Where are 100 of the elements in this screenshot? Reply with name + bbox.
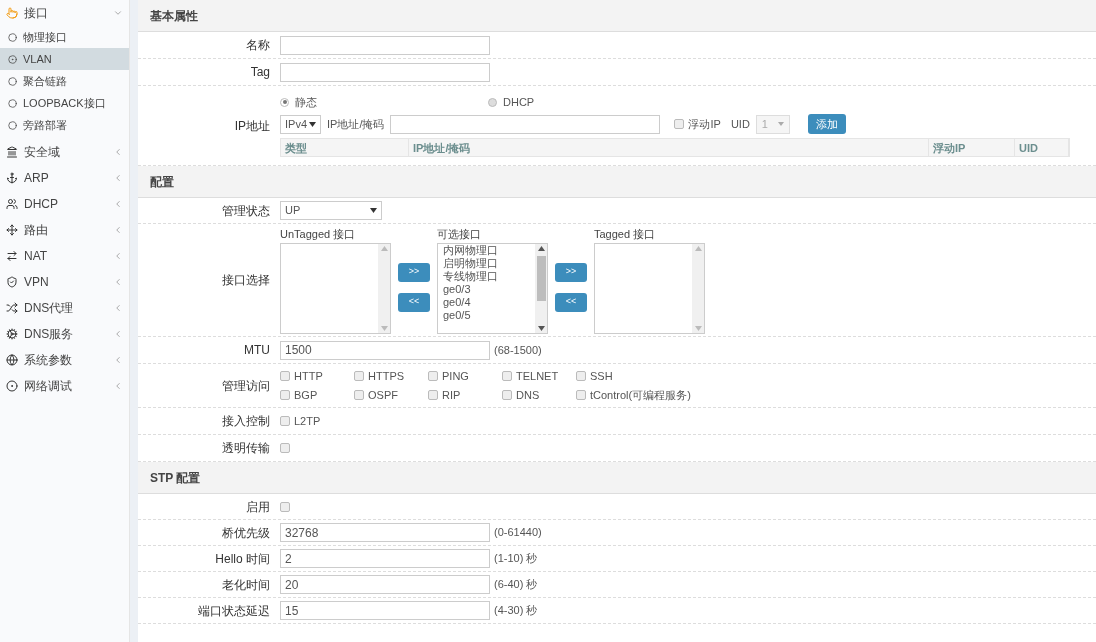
- checkbox-label: SSH: [590, 368, 613, 384]
- input-field[interactable]: [280, 62, 490, 82]
- range-hint: (0-61440): [494, 525, 542, 541]
- chevron-left-icon: [113, 225, 123, 235]
- checkbox[interactable]: [576, 370, 586, 381]
- field-label: IP地址: [233, 117, 271, 135]
- checkbox[interactable]: [354, 390, 364, 401]
- radio-label: DHCP: [503, 94, 535, 110]
- checkbox-label: OSPF: [368, 388, 398, 403]
- list-box[interactable]: 内网物理口 启明物理口 专线物理口 ge0/3 ge0/4 ge0/5: [437, 242, 548, 334]
- checkbox[interactable]: [280, 501, 290, 512]
- scrollbar-thumb[interactable]: [536, 255, 546, 301]
- input-field[interactable]: 2: [280, 549, 490, 568]
- add-button[interactable]: 添加: [807, 114, 846, 135]
- input-field[interactable]: 32768: [280, 523, 490, 542]
- checkbox[interactable]: [502, 370, 512, 381]
- bank-building-icon: [6, 146, 18, 158]
- submenu-item[interactable]: 旁路部署: [0, 114, 129, 136]
- checkbox[interactable]: [280, 416, 290, 426]
- radio-button[interactable]: [488, 97, 497, 107]
- column-header: UID: [1015, 139, 1069, 157]
- pointer-hand-icon: [6, 7, 18, 19]
- field-label: 管理访问: [221, 377, 271, 395]
- list-label: 可选接口: [437, 227, 482, 243]
- move-button[interactable]: >>: [398, 262, 430, 282]
- submenu-item[interactable]: VLAN: [0, 48, 129, 70]
- field-label: Hello 时间: [214, 550, 271, 568]
- sidebar-item[interactable]: DNS代理: [0, 295, 129, 321]
- chevron-left-icon: [113, 147, 123, 157]
- checkbox-label: DNS: [516, 388, 540, 403]
- sidebar-item[interactable]: NAT: [0, 243, 129, 269]
- checkbox-label: RIP: [442, 388, 461, 403]
- scrollbar[interactable]: [535, 243, 547, 333]
- sidebar-item[interactable]: 安全域: [0, 139, 129, 165]
- checkbox[interactable]: [280, 370, 290, 381]
- checkbox-label: TELNET: [516, 368, 559, 384]
- list-option[interactable]: ge0/4: [443, 295, 535, 309]
- scroll-down-arrow-icon[interactable]: [537, 325, 545, 331]
- field-label: 老化时间: [221, 576, 271, 594]
- field-label: 桥优先级: [221, 524, 271, 542]
- shield-icon: [6, 276, 18, 288]
- field-label: 名称: [245, 37, 271, 54]
- sidebar-item[interactable]: 接口: [0, 0, 129, 26]
- dropdown[interactable]: UP: [280, 201, 382, 220]
- list-option[interactable]: 内网物理口: [443, 243, 535, 257]
- circle-icon: [8, 120, 17, 130]
- checkbox[interactable]: [280, 443, 290, 453]
- checkbox[interactable]: [428, 370, 438, 381]
- checkbox[interactable]: [502, 390, 512, 401]
- sidebar-item[interactable]: DHCP: [0, 191, 129, 217]
- submenu-item[interactable]: LOOPBACK接口: [0, 92, 129, 114]
- chevron-left-icon: [113, 199, 123, 209]
- scroll-up-arrow-icon[interactable]: [537, 245, 545, 251]
- list-option[interactable]: 启明物理口: [443, 256, 535, 270]
- input-field[interactable]: [390, 114, 661, 134]
- checkbox[interactable]: [354, 370, 364, 381]
- move-button[interactable]: >>: [555, 262, 587, 282]
- list-option[interactable]: ge0/3: [443, 282, 535, 296]
- list-label: UnTagged 接口: [280, 227, 357, 243]
- checkbox[interactable]: [674, 119, 685, 130]
- sidebar-item[interactable]: 路由: [0, 217, 129, 243]
- submenu-item[interactable]: 聚合链路: [0, 70, 129, 92]
- checkbox[interactable]: [280, 390, 290, 401]
- field-label: 启用: [245, 498, 271, 516]
- list-option[interactable]: 专线物理口: [443, 269, 535, 283]
- sidebar-item[interactable]: 系统参数: [0, 347, 129, 373]
- submenu-item[interactable]: 物理接口: [0, 26, 129, 48]
- input-field[interactable]: 15: [280, 601, 490, 620]
- checkbox[interactable]: [428, 390, 438, 401]
- shuffle-icon: [6, 302, 18, 314]
- chevron-down-icon: [113, 8, 123, 18]
- chevron-left-icon: [113, 381, 123, 391]
- list-label: Tagged 接口: [594, 227, 657, 243]
- sidebar-item[interactable]: 网络调试: [0, 373, 129, 399]
- input-field[interactable]: 1500: [280, 340, 490, 360]
- checkbox-label: 浮动IP: [688, 117, 721, 132]
- circle-icon: [8, 76, 17, 86]
- column-header: 类型: [281, 139, 409, 157]
- list-option[interactable]: ge0/5: [443, 308, 535, 322]
- dot-circle-icon: [8, 54, 17, 64]
- chevron-left-icon: [113, 329, 123, 339]
- sidebar-item[interactable]: ARP: [0, 165, 129, 191]
- checkbox[interactable]: [576, 390, 586, 401]
- move-button[interactable]: <<: [555, 292, 587, 312]
- dropdown[interactable]: IPv4: [280, 114, 321, 134]
- field-label: Tag: [249, 64, 271, 81]
- sidebar-item[interactable]: DNS服务: [0, 321, 129, 347]
- list-box[interactable]: [280, 242, 391, 334]
- dot-circle-icon: [6, 380, 18, 392]
- radio-button[interactable]: [280, 97, 289, 107]
- anchor-icon: [6, 172, 18, 184]
- chevron-left-icon: [113, 277, 123, 287]
- field-label: MTU: [243, 342, 271, 359]
- list-box[interactable]: [594, 242, 705, 334]
- input-field[interactable]: [280, 35, 490, 55]
- field-label: 接入控制: [221, 413, 271, 430]
- move-button[interactable]: <<: [398, 292, 430, 312]
- globe-icon: [6, 354, 18, 366]
- sidebar-item[interactable]: VPN: [0, 269, 129, 295]
- input-field[interactable]: 20: [280, 575, 490, 594]
